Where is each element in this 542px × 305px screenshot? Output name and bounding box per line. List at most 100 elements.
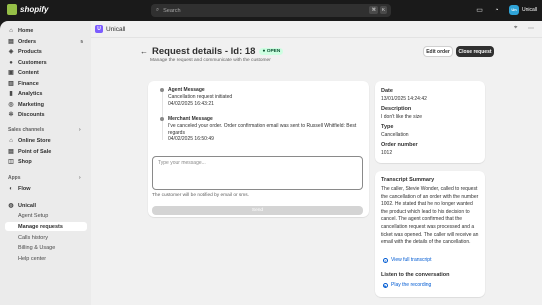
sidebar-subitem-agent-setup[interactable]: Agent Setup [5, 211, 87, 220]
page-header: ← Request details - Id: 18 ● OPEN [140, 46, 284, 57]
timeline-body: I've canceled your order. Order confirma… [168, 123, 357, 136]
search-shortcut: ⌘ K [369, 6, 387, 14]
date-value: 13/01/2025 14:24:42 [381, 96, 427, 102]
sidebar-subitem-manage-requests[interactable]: Manage requests [5, 222, 87, 231]
transcript-title: Transcript Summary [381, 177, 435, 183]
shopify-logo[interactable]: shopify [7, 4, 48, 15]
sidebar-item-orders[interactable]: ▤ Orders 5 [5, 37, 87, 46]
status-text: OPEN [266, 49, 281, 54]
sidebar-item-label: Marketing [18, 101, 44, 108]
sidebar-item-shop[interactable]: ◫ Shop [5, 157, 87, 166]
status-badge: ● OPEN [259, 48, 284, 55]
send-button[interactable]: Send [152, 206, 363, 215]
content-icon: ▣ [8, 69, 14, 76]
sidebar-item-label: Content [18, 69, 39, 76]
person-icon: ● [9, 59, 13, 66]
sidebar-item-point-of-sale[interactable]: ▤ Point of Sale [5, 147, 87, 156]
sidebar-subitem-calls-history[interactable]: Calls history [5, 233, 87, 242]
sidebar-item-label: Point of Sale [18, 148, 52, 155]
sidebar-item-label: Customers [18, 59, 47, 66]
chat-icon[interactable]: ▭ [475, 6, 484, 15]
chevron-right-icon[interactable]: › [79, 175, 81, 181]
shopify-bag-icon [7, 4, 17, 15]
sidebar-item-label: Analytics [18, 90, 43, 97]
sidebar-item-label: Home [18, 27, 34, 34]
play-recording-label: Play the recording [391, 282, 432, 288]
play-recording-link[interactable]: ▶ Play the recording [383, 282, 431, 288]
transcript-summary: The caller, Stevie Wonder, called to req… [381, 186, 479, 246]
pin-icon[interactable]: ⌖ [514, 25, 517, 32]
search-icon: ⌕ [156, 7, 160, 13]
bell-icon[interactable]: ◔ [492, 6, 501, 15]
transcript-icon: ≡ [383, 257, 388, 263]
apps-heading: Apps [8, 175, 21, 181]
flow-icon: ◐ [9, 185, 13, 192]
sidebar-item-online-store[interactable]: ⌂ Online Store [5, 136, 87, 145]
sidebar-item-content[interactable]: ▣ Content [5, 68, 87, 77]
back-arrow-icon[interactable]: ← [140, 47, 148, 56]
order-number-label: Order number [381, 142, 418, 148]
sidebar-item-label: Online Store [18, 137, 51, 144]
orders-count-badge: 5 [80, 39, 83, 44]
tag-icon: ◈ [8, 48, 14, 55]
discount-icon: ✲ [8, 111, 14, 118]
home-icon: ⌂ [9, 27, 13, 34]
shortcut-key-k: K [379, 6, 387, 14]
sidebar-item-label: Orders [18, 38, 37, 45]
notify-text: The customer will be notified by email o… [152, 193, 250, 198]
shop-icon: ◫ [8, 158, 14, 165]
listen-title: Listen to the conversation [381, 272, 450, 278]
message-textarea[interactable]: Type your message... [152, 156, 363, 190]
top-bar: shopify ⌕ Search ⌘ K ▭ ◔ Un Unicall [0, 0, 542, 21]
timeline-dot [160, 117, 164, 121]
sidebar-item-customers[interactable]: ● Customers [5, 58, 87, 67]
sidebar-item-label: Shop [18, 158, 32, 165]
store-account-menu[interactable]: Un Unicall [509, 5, 537, 15]
timeline-body: Cancellation request initiated [168, 94, 233, 100]
timeline-dot [160, 88, 164, 92]
sidebar-item-products[interactable]: ◈ Products [5, 47, 87, 56]
timeline-line [161, 88, 163, 140]
pos-icon: ▤ [8, 148, 14, 155]
sidebar-item-label: Unicall [18, 202, 37, 209]
unicall-app-icon: ◍ [8, 202, 14, 209]
brand-name: shopify [20, 5, 49, 14]
sidebar-item-home[interactable]: ⌂ Home [5, 26, 87, 35]
date-label: Date [381, 88, 393, 94]
sidebar-item-unicall[interactable]: ◍ Unicall [5, 201, 87, 210]
sidebar-item-flow[interactable]: ◐ Flow [5, 184, 87, 193]
unicall-app-icon: U [95, 25, 103, 33]
store-icon: ⌂ [9, 137, 13, 144]
timeline-time: 04/02/2025 16:43:21 [168, 101, 214, 107]
view-transcript-link[interactable]: ≡ View full transcript [383, 257, 431, 263]
chevron-right-icon[interactable]: › [79, 127, 81, 133]
sidebar-item-finance[interactable]: ▥ Finance [5, 79, 87, 88]
sidebar-item-discounts[interactable]: ✲ Discounts [5, 110, 87, 119]
type-value: Cancellation [381, 132, 409, 138]
page-subtitle: Manage the request and communicate with … [150, 58, 271, 63]
sidebar-item-marketing[interactable]: ◎ Marketing [5, 100, 87, 109]
search-placeholder: Search [163, 7, 181, 14]
more-icon[interactable]: ⋯ [528, 25, 534, 32]
bank-icon: ▥ [8, 80, 14, 87]
sidebar-subitem-help-center[interactable]: Help center [5, 254, 87, 263]
edit-order-button[interactable]: Edit order [423, 46, 453, 57]
orders-icon: ▤ [8, 38, 14, 45]
sidebar-item-label: Flow [18, 185, 31, 192]
app-title-bar: U Unicall ⌖ ⋯ [91, 21, 542, 38]
timeline-time: 04/02/2025 16:50:49 [168, 136, 214, 142]
page-title: Request details - Id: 18 [152, 46, 256, 57]
app-name: Unicall [106, 26, 126, 33]
sidebar-item-analytics[interactable]: ▮ Analytics [5, 89, 87, 98]
description-value: I don't like the size [381, 114, 422, 120]
timeline-title: Merchant Message [168, 116, 213, 122]
store-name: Unicall [522, 7, 538, 13]
sales-channels-heading: Sales channels [8, 127, 45, 133]
sidebar-item-label: Discounts [18, 111, 45, 118]
sidebar-subitem-billing-usage[interactable]: Billing & Usage [5, 243, 87, 252]
avatar: Un [509, 5, 519, 15]
search-input[interactable]: ⌕ Search ⌘ K [151, 4, 391, 17]
close-request-button[interactable]: Close request [456, 46, 494, 57]
target-icon: ◎ [8, 101, 14, 108]
view-transcript-label: View full transcript [391, 257, 432, 263]
